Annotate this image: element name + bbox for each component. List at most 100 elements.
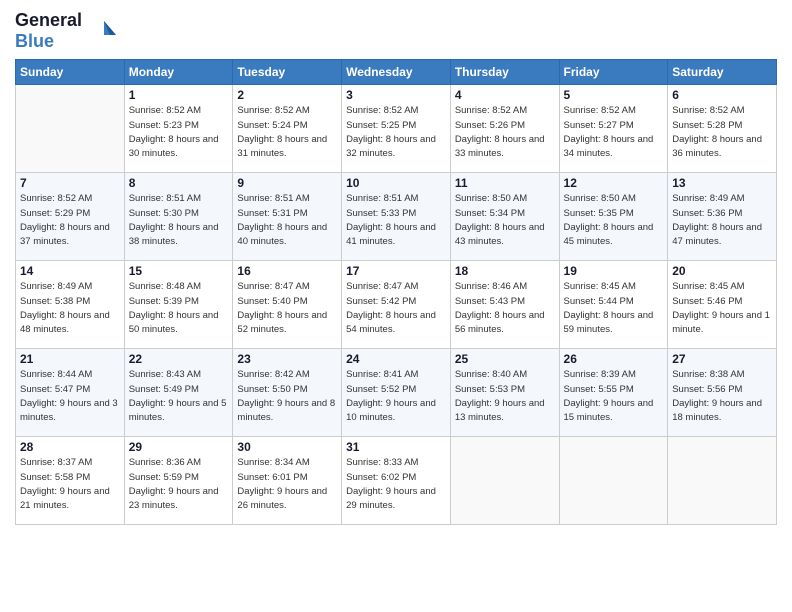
weekday-header-thursday: Thursday (450, 60, 559, 85)
calendar-cell: 18 Sunrise: 8:46 AMSunset: 5:43 PMDayligh… (450, 261, 559, 349)
calendar-cell: 28Sunrise: 8:37 AMSunset: 5:58 PMDayligh… (16, 437, 125, 525)
calendar-cell (450, 437, 559, 525)
day-number: 17 (346, 264, 446, 278)
day-number: 19 (564, 264, 664, 278)
header: General Blue (15, 10, 777, 51)
calendar-cell: 23Sunrise: 8:42 AMSunset: 5:50 PMDayligh… (233, 349, 342, 437)
weekday-header-saturday: Saturday (668, 60, 777, 85)
calendar-cell: 30 Sunrise: 8:34 AMSunset: 6:01 PMDayligh… (233, 437, 342, 525)
calendar-cell: 29 Sunrise: 8:36 AMSunset: 5:59 PMDayligh… (124, 437, 233, 525)
day-number: 26 (564, 352, 664, 366)
calendar-cell (668, 437, 777, 525)
day-info: Sunrise: 8:41 AMSunset: 5:52 PMDaylight:… (346, 368, 446, 425)
day-number: 3 (346, 88, 446, 102)
day-info: Sunrise: 8:47 AMSunset: 5:42 PMDaylight:… (346, 280, 446, 337)
day-info: Sunrise: 8:39 AMSunset: 5:55 PMDaylight:… (564, 368, 664, 425)
day-number: 6 (672, 88, 772, 102)
day-info: Sunrise: 8:51 AMSunset: 5:30 PMDaylight:… (129, 192, 229, 249)
day-info: Sunrise: 8:51 AMSunset: 5:31 PMDaylight:… (237, 192, 337, 249)
weekday-header-row: SundayMondayTuesdayWednesdayThursdayFrid… (16, 60, 777, 85)
day-info: Sunrise: 8:45 AMSunset: 5:44 PMDaylight:… (564, 280, 664, 337)
logo-text: General Blue (15, 10, 120, 51)
day-number: 15 (129, 264, 229, 278)
day-number: 18 (455, 264, 555, 278)
calendar-cell: 3 Sunrise: 8:52 AMSunset: 5:25 PMDaylight… (342, 85, 451, 173)
day-number: 13 (672, 176, 772, 190)
day-number: 12 (564, 176, 664, 190)
day-info: Sunrise: 8:49 AMSunset: 5:38 PMDaylight:… (20, 280, 120, 337)
calendar-cell: 9 Sunrise: 8:51 AMSunset: 5:31 PMDaylight… (233, 173, 342, 261)
day-number: 27 (672, 352, 772, 366)
day-info: Sunrise: 8:33 AMSunset: 6:02 PMDaylight:… (346, 456, 446, 513)
day-number: 9 (237, 176, 337, 190)
calendar-cell: 5 Sunrise: 8:52 AMSunset: 5:27 PMDaylight… (559, 85, 668, 173)
calendar-cell: 4 Sunrise: 8:52 AMSunset: 5:26 PMDaylight… (450, 85, 559, 173)
calendar-cell: 10 Sunrise: 8:51 AMSunset: 5:33 PMDayligh… (342, 173, 451, 261)
calendar-cell: 13Sunrise: 8:49 AMSunset: 5:36 PMDayligh… (668, 173, 777, 261)
calendar-cell: 20 Sunrise: 8:45 AMSunset: 5:46 PMDayligh… (668, 261, 777, 349)
day-number: 8 (129, 176, 229, 190)
day-info: Sunrise: 8:52 AMSunset: 5:26 PMDaylight:… (455, 104, 555, 161)
day-number: 24 (346, 352, 446, 366)
weekday-header-sunday: Sunday (16, 60, 125, 85)
day-info: Sunrise: 8:52 AMSunset: 5:25 PMDaylight:… (346, 104, 446, 161)
day-number: 29 (129, 440, 229, 454)
day-number: 14 (20, 264, 120, 278)
calendar-cell: 25Sunrise: 8:40 AMSunset: 5:53 PMDayligh… (450, 349, 559, 437)
weekday-header-wednesday: Wednesday (342, 60, 451, 85)
calendar-cell: 21 Sunrise: 8:44 AMSunset: 5:47 PMDayligh… (16, 349, 125, 437)
week-row-3: 21 Sunrise: 8:44 AMSunset: 5:47 PMDayligh… (16, 349, 777, 437)
day-number: 5 (564, 88, 664, 102)
calendar-cell (559, 437, 668, 525)
day-number: 4 (455, 88, 555, 102)
day-info: Sunrise: 8:44 AMSunset: 5:47 PMDaylight:… (20, 368, 120, 425)
day-info: Sunrise: 8:52 AMSunset: 5:28 PMDaylight:… (672, 104, 772, 161)
week-row-0: 1Sunrise: 8:52 AMSunset: 5:23 PMDaylight… (16, 85, 777, 173)
day-info: Sunrise: 8:50 AMSunset: 5:35 PMDaylight:… (564, 192, 664, 249)
day-info: Sunrise: 8:52 AMSunset: 5:24 PMDaylight:… (237, 104, 337, 161)
calendar-cell: 8 Sunrise: 8:51 AMSunset: 5:30 PMDaylight… (124, 173, 233, 261)
calendar-cell: 6 Sunrise: 8:52 AMSunset: 5:28 PMDaylight… (668, 85, 777, 173)
calendar-cell: 14 Sunrise: 8:49 AMSunset: 5:38 PMDayligh… (16, 261, 125, 349)
day-number: 22 (129, 352, 229, 366)
day-number: 23 (237, 352, 337, 366)
calendar-cell: 1Sunrise: 8:52 AMSunset: 5:23 PMDaylight… (124, 85, 233, 173)
calendar-cell: 27 Sunrise: 8:38 AMSunset: 5:56 PMDayligh… (668, 349, 777, 437)
calendar-cell: 26 Sunrise: 8:39 AMSunset: 5:55 PMDayligh… (559, 349, 668, 437)
day-info: Sunrise: 8:37 AMSunset: 5:58 PMDaylight:… (20, 456, 120, 513)
weekday-header-tuesday: Tuesday (233, 60, 342, 85)
day-info: Sunrise: 8:36 AMSunset: 5:59 PMDaylight:… (129, 456, 229, 513)
calendar-cell: 11Sunrise: 8:50 AMSunset: 5:34 PMDayligh… (450, 173, 559, 261)
logo-blue: Blue (15, 31, 82, 52)
day-number: 16 (237, 264, 337, 278)
logo: General Blue (15, 10, 120, 51)
day-number: 31 (346, 440, 446, 454)
day-info: Sunrise: 8:48 AMSunset: 5:39 PMDaylight:… (129, 280, 229, 337)
weekday-header-friday: Friday (559, 60, 668, 85)
day-info: Sunrise: 8:34 AMSunset: 6:01 PMDaylight:… (237, 456, 337, 513)
calendar-cell: 31 Sunrise: 8:33 AMSunset: 6:02 PMDayligh… (342, 437, 451, 525)
calendar-table: SundayMondayTuesdayWednesdayThursdayFrid… (15, 59, 777, 525)
day-number: 21 (20, 352, 120, 366)
calendar-cell: 16Sunrise: 8:47 AMSunset: 5:40 PMDayligh… (233, 261, 342, 349)
day-number: 30 (237, 440, 337, 454)
calendar-cell: 15 Sunrise: 8:48 AMSunset: 5:39 PMDayligh… (124, 261, 233, 349)
day-info: Sunrise: 8:52 AMSunset: 5:29 PMDaylight:… (20, 192, 120, 249)
logo-icon (84, 13, 120, 49)
day-number: 1 (129, 88, 229, 102)
day-info: Sunrise: 8:46 AMSunset: 5:43 PMDaylight:… (455, 280, 555, 337)
week-row-4: 28Sunrise: 8:37 AMSunset: 5:58 PMDayligh… (16, 437, 777, 525)
day-info: Sunrise: 8:52 AMSunset: 5:27 PMDaylight:… (564, 104, 664, 161)
calendar-cell: 2 Sunrise: 8:52 AMSunset: 5:24 PMDaylight… (233, 85, 342, 173)
calendar-cell: 12 Sunrise: 8:50 AMSunset: 5:35 PMDayligh… (559, 173, 668, 261)
calendar-cell: 17 Sunrise: 8:47 AMSunset: 5:42 PMDayligh… (342, 261, 451, 349)
day-info: Sunrise: 8:50 AMSunset: 5:34 PMDaylight:… (455, 192, 555, 249)
day-info: Sunrise: 8:38 AMSunset: 5:56 PMDaylight:… (672, 368, 772, 425)
day-number: 10 (346, 176, 446, 190)
calendar-cell: 24 Sunrise: 8:41 AMSunset: 5:52 PMDayligh… (342, 349, 451, 437)
day-number: 2 (237, 88, 337, 102)
day-number: 25 (455, 352, 555, 366)
day-info: Sunrise: 8:51 AMSunset: 5:33 PMDaylight:… (346, 192, 446, 249)
day-info: Sunrise: 8:45 AMSunset: 5:46 PMDaylight:… (672, 280, 772, 337)
day-number: 20 (672, 264, 772, 278)
